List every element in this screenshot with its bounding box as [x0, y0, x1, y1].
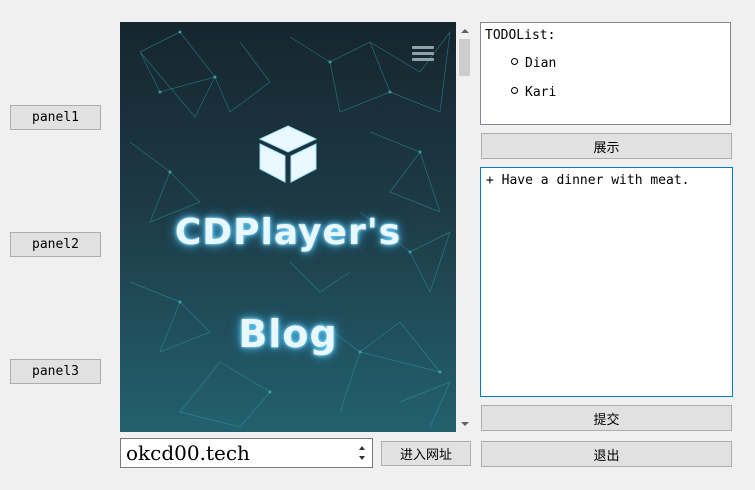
bullet-icon: [511, 87, 518, 94]
spin-up-icon[interactable]: [359, 446, 365, 450]
submit-button[interactable]: 提交: [481, 405, 732, 431]
todo-item-label: Dian: [525, 56, 557, 71]
exit-button[interactable]: 退出: [481, 441, 732, 467]
url-input[interactable]: okcd00.tech: [126, 441, 250, 465]
blog-title-line1: CDPlayer's: [174, 212, 402, 253]
panel3-button[interactable]: panel3: [10, 359, 101, 384]
todo-title: TODOList:: [485, 28, 556, 43]
todo-list-panel: TODOList: Dian Kari: [480, 22, 731, 125]
url-combo-box[interactable]: okcd00.tech: [120, 438, 373, 468]
blog-title-line2: Blog: [238, 312, 338, 356]
web-view[interactable]: CDPlayer's Blog: [120, 22, 456, 432]
note-text: + Have a dinner with meat.: [486, 173, 690, 188]
vertical-scrollbar[interactable]: [456, 22, 473, 432]
go-to-url-button[interactable]: 进入网址: [381, 441, 471, 466]
todo-item: Kari: [511, 85, 556, 100]
show-button[interactable]: 展示: [481, 133, 732, 159]
scroll-thumb[interactable]: [459, 39, 470, 76]
url-spin-buttons[interactable]: [354, 439, 372, 467]
panel2-button[interactable]: panel2: [10, 232, 101, 257]
spin-down-icon[interactable]: [359, 456, 365, 460]
todo-item: Dian: [511, 56, 556, 71]
bullet-icon: [511, 58, 518, 65]
note-text-area[interactable]: + Have a dinner with meat.: [480, 167, 733, 397]
scroll-down-arrow-icon[interactable]: [456, 415, 473, 432]
todo-item-label: Kari: [525, 85, 557, 100]
panel1-button[interactable]: panel1: [10, 105, 101, 130]
scroll-up-arrow-icon[interactable]: [456, 22, 473, 39]
menu-icon[interactable]: [412, 46, 434, 64]
cube-icon: [258, 125, 318, 183]
